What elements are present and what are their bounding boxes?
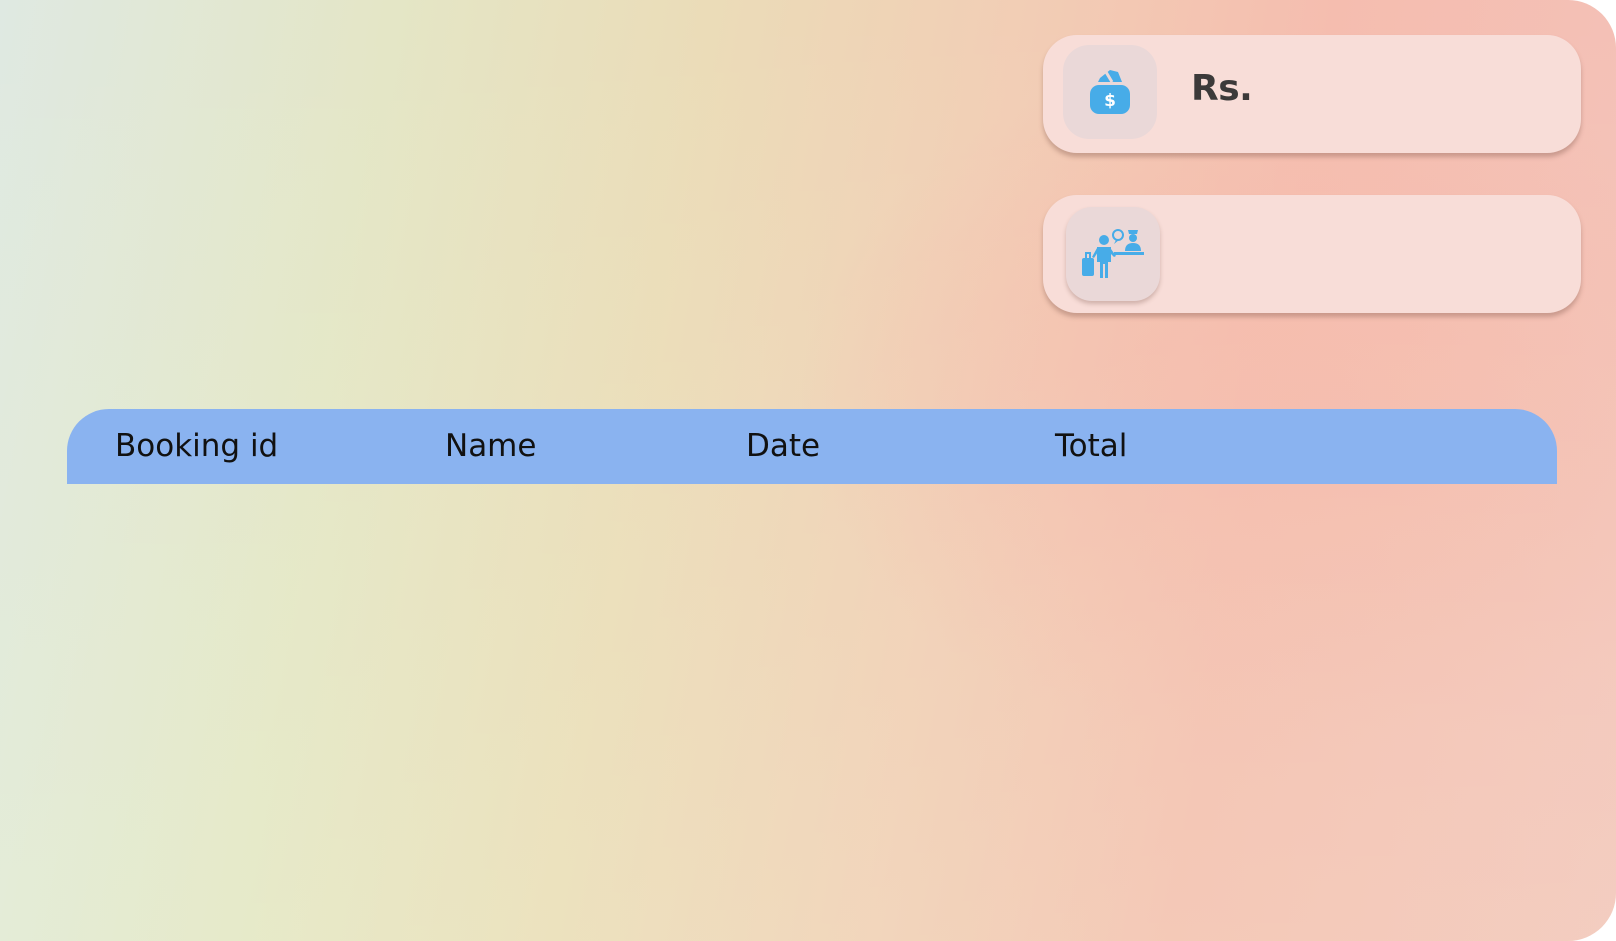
revenue-card: $ Rs. <box>1043 35 1581 153</box>
money-bag-icon: $ <box>1090 70 1130 114</box>
column-header-name[interactable]: Name <box>445 428 536 464</box>
svg-text:$: $ <box>1104 91 1116 111</box>
dashboard-panel: $ Rs. Booking id Name Date Total <box>0 0 1616 941</box>
revenue-value: Rs. <box>1191 68 1253 109</box>
checkins-card <box>1043 195 1581 313</box>
revenue-icon-box: $ <box>1063 45 1157 139</box>
checkins-icon-box <box>1066 207 1160 301</box>
column-header-date[interactable]: Date <box>746 428 820 464</box>
column-header-booking-id[interactable]: Booking id <box>115 428 278 464</box>
column-header-total[interactable]: Total <box>1055 428 1127 464</box>
hotel-reception-icon <box>1082 229 1144 278</box>
bookings-table-header: Booking id Name Date Total <box>67 409 1557 484</box>
